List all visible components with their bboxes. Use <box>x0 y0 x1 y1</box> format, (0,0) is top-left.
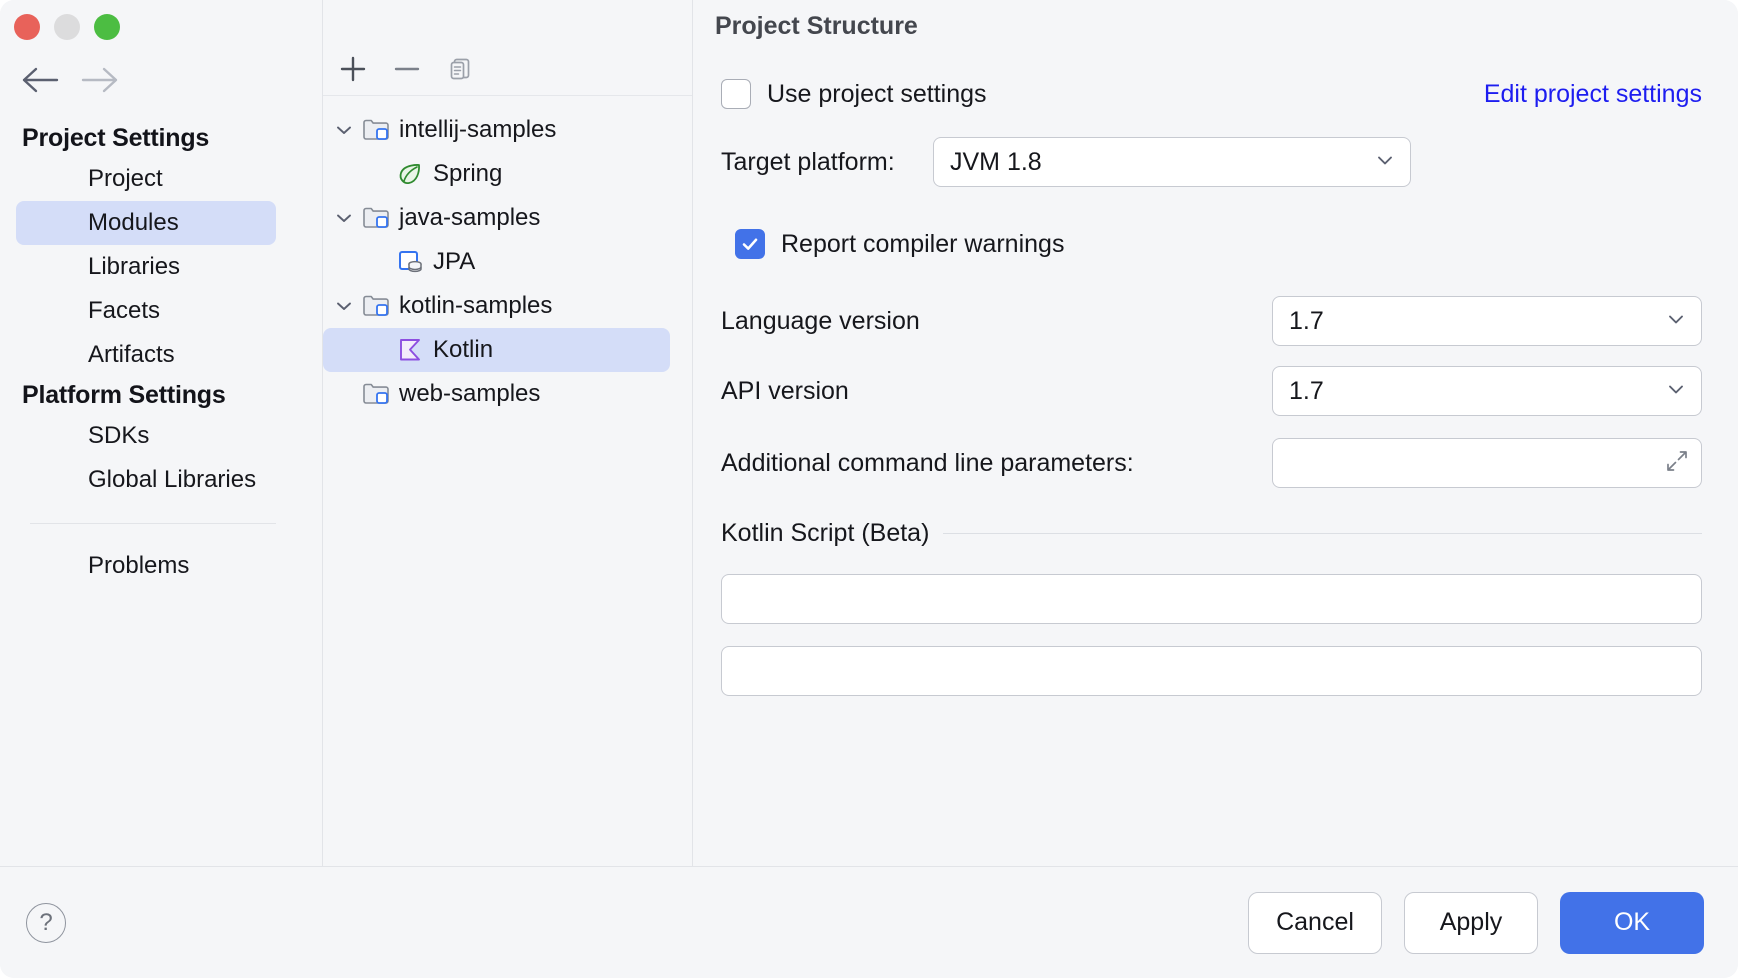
checkbox-checked-icon[interactable] <box>735 229 765 259</box>
project-structure-window: Project Settings Project Modules Librari… <box>0 0 1738 978</box>
api-version-value: 1.7 <box>1289 377 1324 406</box>
chevron-down-icon[interactable] <box>327 120 361 140</box>
target-platform-value: JVM 1.8 <box>950 148 1042 177</box>
sidebar-item-project[interactable]: Project <box>16 157 276 201</box>
jpa-database-icon <box>395 248 425 276</box>
facet-settings-panel: Project Structure Use project settings E… <box>693 0 1738 866</box>
forward-arrow-icon[interactable] <box>80 66 118 94</box>
sidebar-item-facets[interactable]: Facets <box>16 289 276 333</box>
tree-row-label: java-samples <box>399 204 540 232</box>
module-group-folder-icon <box>361 117 391 143</box>
checkbox-unchecked-icon[interactable] <box>721 79 751 109</box>
api-version-label: API version <box>721 377 849 406</box>
ok-button[interactable]: OK <box>1560 892 1704 954</box>
tree-row-label: intellij-samples <box>399 116 556 144</box>
sidebar-item-problems[interactable]: Problems <box>16 544 276 588</box>
target-platform-label: Target platform: <box>721 148 933 177</box>
module-group-folder-icon <box>361 381 391 407</box>
chevron-down-icon <box>1665 308 1687 335</box>
chevron-down-icon[interactable] <box>327 296 361 316</box>
sidebar-item-libraries[interactable]: Libraries <box>16 245 276 289</box>
target-platform-row: Target platform: JVM 1.8 <box>721 122 1702 202</box>
sidebar-item-sdks[interactable]: SDKs <box>16 414 276 458</box>
sidebar-divider <box>30 523 276 524</box>
page-title: Project Structure <box>693 0 1738 48</box>
use-project-settings-row: Use project settings Edit project settin… <box>721 66 1702 122</box>
tree-row-label: web-samples <box>399 380 540 408</box>
close-window-button[interactable] <box>14 14 40 40</box>
additional-cli-row: Additional command line parameters: <box>721 426 1702 500</box>
plus-icon <box>338 54 368 89</box>
module-tree-toolbar <box>323 48 692 96</box>
use-project-settings-checkbox[interactable]: Use project settings <box>721 79 987 109</box>
chevron-down-icon <box>1665 378 1687 405</box>
tree-row-label: Spring <box>433 160 502 188</box>
kotlin-script-section-header: Kotlin Script (Beta) <box>721 500 1702 566</box>
use-project-settings-label: Use project settings <box>767 80 987 109</box>
edit-project-settings-link[interactable]: Edit project settings <box>1484 80 1702 109</box>
minus-icon <box>392 54 422 89</box>
tree-row-label: JPA <box>433 248 475 276</box>
tree-row[interactable]: Spring <box>323 152 670 196</box>
copy-icon <box>447 55 475 88</box>
api-version-row: API version 1.7 <box>721 356 1702 426</box>
copy-module-button[interactable] <box>443 54 479 90</box>
module-tree-panel: intellij-samples Spring <box>323 0 693 866</box>
language-version-label: Language version <box>721 307 920 336</box>
language-version-value: 1.7 <box>1289 307 1324 336</box>
tree-row[interactable]: web-samples <box>323 372 670 416</box>
kotlin-script-section-title: Kotlin Script (Beta) <box>721 519 929 548</box>
report-compiler-warnings-row: Report compiler warnings <box>721 202 1702 286</box>
apply-button[interactable]: Apply <box>1404 892 1538 954</box>
sidebar-item-global-libraries[interactable]: Global Libraries <box>16 458 276 502</box>
tree-row-label: kotlin-samples <box>399 292 552 320</box>
module-tree: intellij-samples Spring <box>323 96 692 416</box>
minimize-window-button[interactable] <box>54 14 80 40</box>
kotlin-script-field-one[interactable] <box>721 574 1702 624</box>
sidebar-group-title-project-settings: Project Settings <box>0 120 322 157</box>
question-mark-icon: ? <box>39 909 52 937</box>
sidebar: Project Settings Project Modules Librari… <box>0 0 323 866</box>
expand-field-icon[interactable] <box>1665 449 1689 478</box>
additional-cli-input[interactable] <box>1272 438 1702 488</box>
section-divider <box>943 533 1702 534</box>
dialog-action-buttons: Cancel Apply OK <box>1248 892 1704 954</box>
tree-row[interactable]: Kotlin <box>323 328 670 372</box>
chevron-down-icon[interactable] <box>327 208 361 228</box>
language-version-row: Language version 1.7 <box>721 286 1702 356</box>
tree-row[interactable]: intellij-samples <box>323 108 670 152</box>
api-version-select[interactable]: 1.7 <box>1272 366 1702 416</box>
tree-row-label: Kotlin <box>433 336 493 364</box>
language-version-select[interactable]: 1.7 <box>1272 296 1702 346</box>
cancel-button[interactable]: Cancel <box>1248 892 1382 954</box>
traffic-light-controls <box>14 14 120 40</box>
additional-cli-label: Additional command line parameters: <box>721 449 1134 478</box>
help-button[interactable]: ? <box>26 903 66 943</box>
sidebar-group-title-platform-settings: Platform Settings <box>0 377 322 414</box>
window-body: Project Settings Project Modules Librari… <box>0 0 1738 866</box>
tree-row[interactable]: java-samples <box>323 196 670 240</box>
dialog-footer: ? Cancel Apply OK <box>0 866 1738 978</box>
tree-row[interactable]: JPA <box>323 240 670 284</box>
add-module-button[interactable] <box>335 54 371 90</box>
report-compiler-warnings-label: Report compiler warnings <box>781 230 1064 259</box>
chevron-down-icon <box>1374 149 1396 176</box>
sidebar-item-artifacts[interactable]: Artifacts <box>16 333 276 377</box>
kotlin-script-field-two[interactable] <box>721 646 1702 696</box>
kotlin-facet-icon <box>395 336 425 364</box>
sidebar-item-modules[interactable]: Modules <box>16 201 276 245</box>
navigation-arrows <box>22 66 118 94</box>
back-arrow-icon[interactable] <box>22 66 60 94</box>
module-group-folder-icon <box>361 205 391 231</box>
facet-form: Use project settings Edit project settin… <box>693 48 1738 696</box>
spring-leaf-icon <box>395 160 425 188</box>
report-compiler-warnings-checkbox[interactable]: Report compiler warnings <box>721 229 1064 259</box>
remove-module-button[interactable] <box>389 54 425 90</box>
target-platform-select[interactable]: JVM 1.8 <box>933 137 1411 187</box>
settings-nav-list: Project Settings Project Modules Librari… <box>0 120 322 588</box>
module-group-folder-icon <box>361 293 391 319</box>
zoom-window-button[interactable] <box>94 14 120 40</box>
tree-row[interactable]: kotlin-samples <box>323 284 670 328</box>
